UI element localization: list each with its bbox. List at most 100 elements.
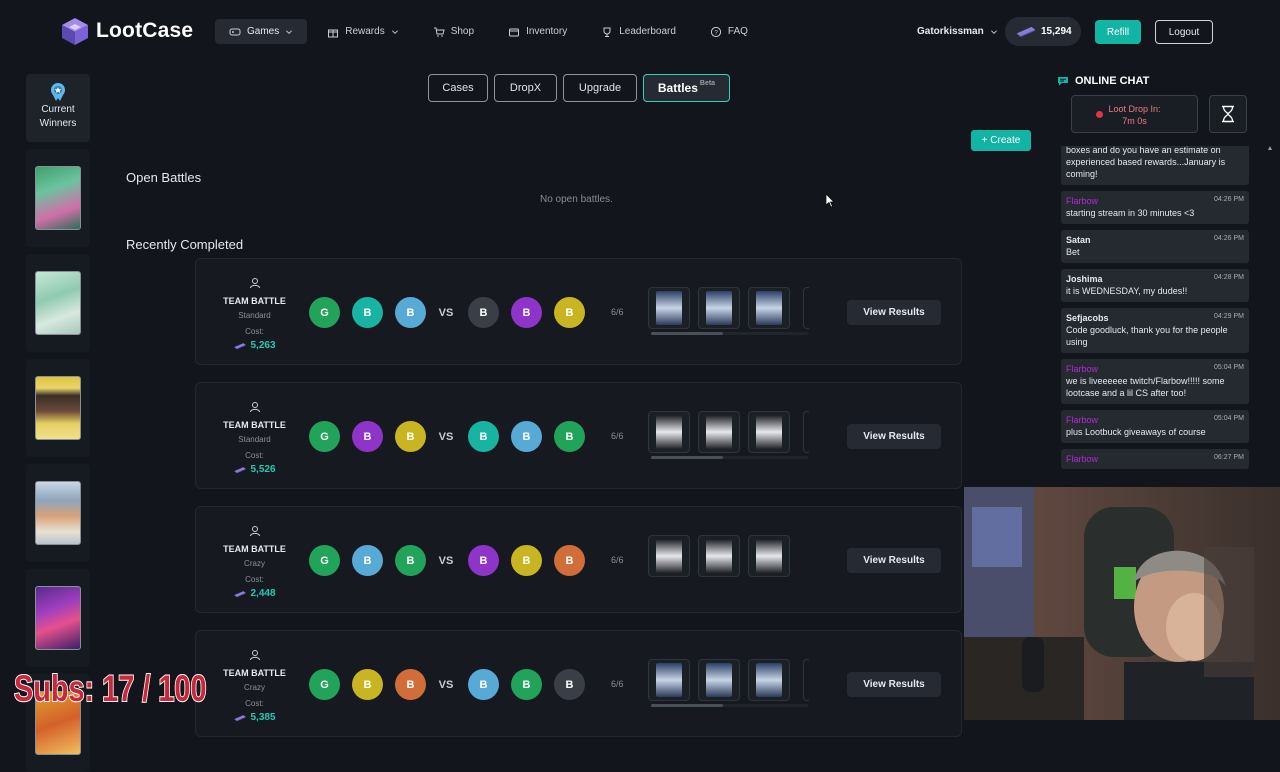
player-avatar[interactable]: B [352,297,383,328]
player-avatar[interactable]: B [511,669,542,700]
player-avatar[interactable]: B [352,421,383,452]
history-button[interactable] [1209,95,1247,133]
chat-username[interactable]: Joshima [1066,274,1103,284]
case-item[interactable] [648,659,690,701]
tab-cases[interactable]: Cases [428,74,488,102]
player-avatar[interactable]: B [395,545,426,576]
nav-rewards[interactable]: Rewards [313,19,412,44]
player-avatar[interactable]: B [554,421,585,452]
player-avatar[interactable]: B [395,421,426,452]
case-scrollbar[interactable] [651,704,808,707]
case-item[interactable] [698,287,740,329]
battle-card: TEAM BATTLE Standard Cost: 5,526 G B B VS B B… [195,382,962,489]
scroll-thumb[interactable] [651,456,723,459]
view-results-button[interactable]: View Results [847,424,941,449]
winner-card[interactable] [26,569,90,667]
winner-card[interactable] [26,359,90,457]
player-avatar[interactable]: G [309,545,340,576]
tab-battles[interactable]: Battles Beta [643,74,730,102]
chat-scrollbar[interactable] [1268,146,1272,486]
current-winners-panel[interactable]: Current Winners [26,74,90,142]
battle-cost: 5,263 [196,340,313,351]
player-avatar[interactable]: B [468,421,499,452]
player-avatar[interactable]: B [554,545,585,576]
gamepad-icon [229,28,241,35]
user-menu[interactable]: Gatorkissman [917,26,998,37]
scroll-thumb[interactable] [651,704,723,707]
chat-time: 05:04 PM [1214,415,1244,422]
player-avatar[interactable]: B [395,297,426,328]
logout-button[interactable]: Logout [1155,20,1213,44]
chat-username[interactable]: Flarbow [1066,196,1098,206]
chat-username[interactable]: Flarbow [1066,454,1098,464]
player-avatar[interactable]: G [309,421,340,452]
tab-upgrade-label: Upgrade [578,82,622,94]
player-avatar[interactable]: B [468,297,499,328]
view-results-button[interactable]: View Results [847,300,941,325]
case-item[interactable] [698,535,740,577]
player-avatar[interactable]: G [309,669,340,700]
recent-title: Recently Completed [126,237,244,252]
case-item[interactable] [698,659,740,701]
view-results-button[interactable]: View Results [847,672,941,697]
winner-card[interactable] [26,149,90,247]
nav-leaderboard[interactable]: Leaderboard [587,19,690,44]
nav-shop[interactable]: Shop [419,19,488,44]
case-image [656,539,682,573]
chat-message: Joshima 04:28 PM it is WEDNESDAY, my dudes… [1061,269,1249,302]
player-avatar[interactable]: B [554,297,585,328]
case-item[interactable] [748,659,790,701]
tab-upgrade[interactable]: Upgrade [563,74,637,102]
nav-games[interactable]: Games [215,19,308,44]
nav-faq[interactable]: ? FAQ [696,19,762,44]
case-item[interactable] [648,287,690,329]
create-battle-button[interactable]: + Create [971,130,1031,151]
player-avatar[interactable]: B [511,421,542,452]
player-avatar[interactable]: B [468,669,499,700]
player-avatar[interactable]: G [309,297,340,328]
lootbuck-icon [234,714,247,721]
chat-username[interactable]: Sefjacobs [1066,313,1109,323]
case-image [706,415,732,449]
case-scrollbar[interactable] [651,332,808,335]
player-avatar[interactable]: B [352,669,383,700]
chat-text: it is WEDNESDAY, my dudes!! [1066,286,1188,296]
chat-messages[interactable]: boxes and do you have an estimate on exp… [1061,146,1249,486]
nav-inventory-label: Inventory [526,26,568,37]
case-item[interactable] [648,411,690,453]
chat-username[interactable]: Satan [1066,235,1091,245]
brand-logo[interactable]: LootCase [60,16,193,46]
refill-button[interactable]: Refill [1095,20,1141,44]
case-item[interactable] [698,411,740,453]
case-image [756,291,782,325]
case-item[interactable] [748,411,790,453]
winner-card[interactable] [26,254,90,352]
nav-inventory[interactable]: Inventory [494,19,581,44]
balance-value: 15,294 [1041,26,1072,37]
player-avatar[interactable]: B [395,669,426,700]
chat-username[interactable]: Flarbow [1066,364,1098,374]
lootdrop-time: 7m 0s [1122,116,1147,126]
tab-dropx[interactable]: DropX [494,74,557,102]
case-item[interactable] [748,535,790,577]
player-avatar[interactable]: B [511,545,542,576]
player-avatar[interactable]: B [554,669,585,700]
view-results-button[interactable]: View Results [847,548,941,573]
case-item[interactable] [748,287,790,329]
case-item[interactable] [648,535,690,577]
chat-header: ONLINE CHAT [1057,75,1149,87]
battle-type: TEAM BATTLE [223,296,286,306]
battle-mode: Standard [238,311,271,320]
battle-mode: Standard [238,435,271,444]
player-avatar[interactable]: B [352,545,383,576]
winner-card[interactable] [26,464,90,562]
chat-username[interactable]: Flarbow [1066,415,1098,425]
battle-cost: 2,448 [196,588,313,599]
lootbuck-icon [234,466,247,473]
player-avatar[interactable]: B [511,297,542,328]
scroll-thumb[interactable] [651,332,723,335]
loot-drop-timer: Loot Drop In: 7m 0s [1071,95,1198,133]
team-users-icon [249,650,260,661]
case-scrollbar[interactable] [651,456,808,459]
player-avatar[interactable]: B [468,545,499,576]
